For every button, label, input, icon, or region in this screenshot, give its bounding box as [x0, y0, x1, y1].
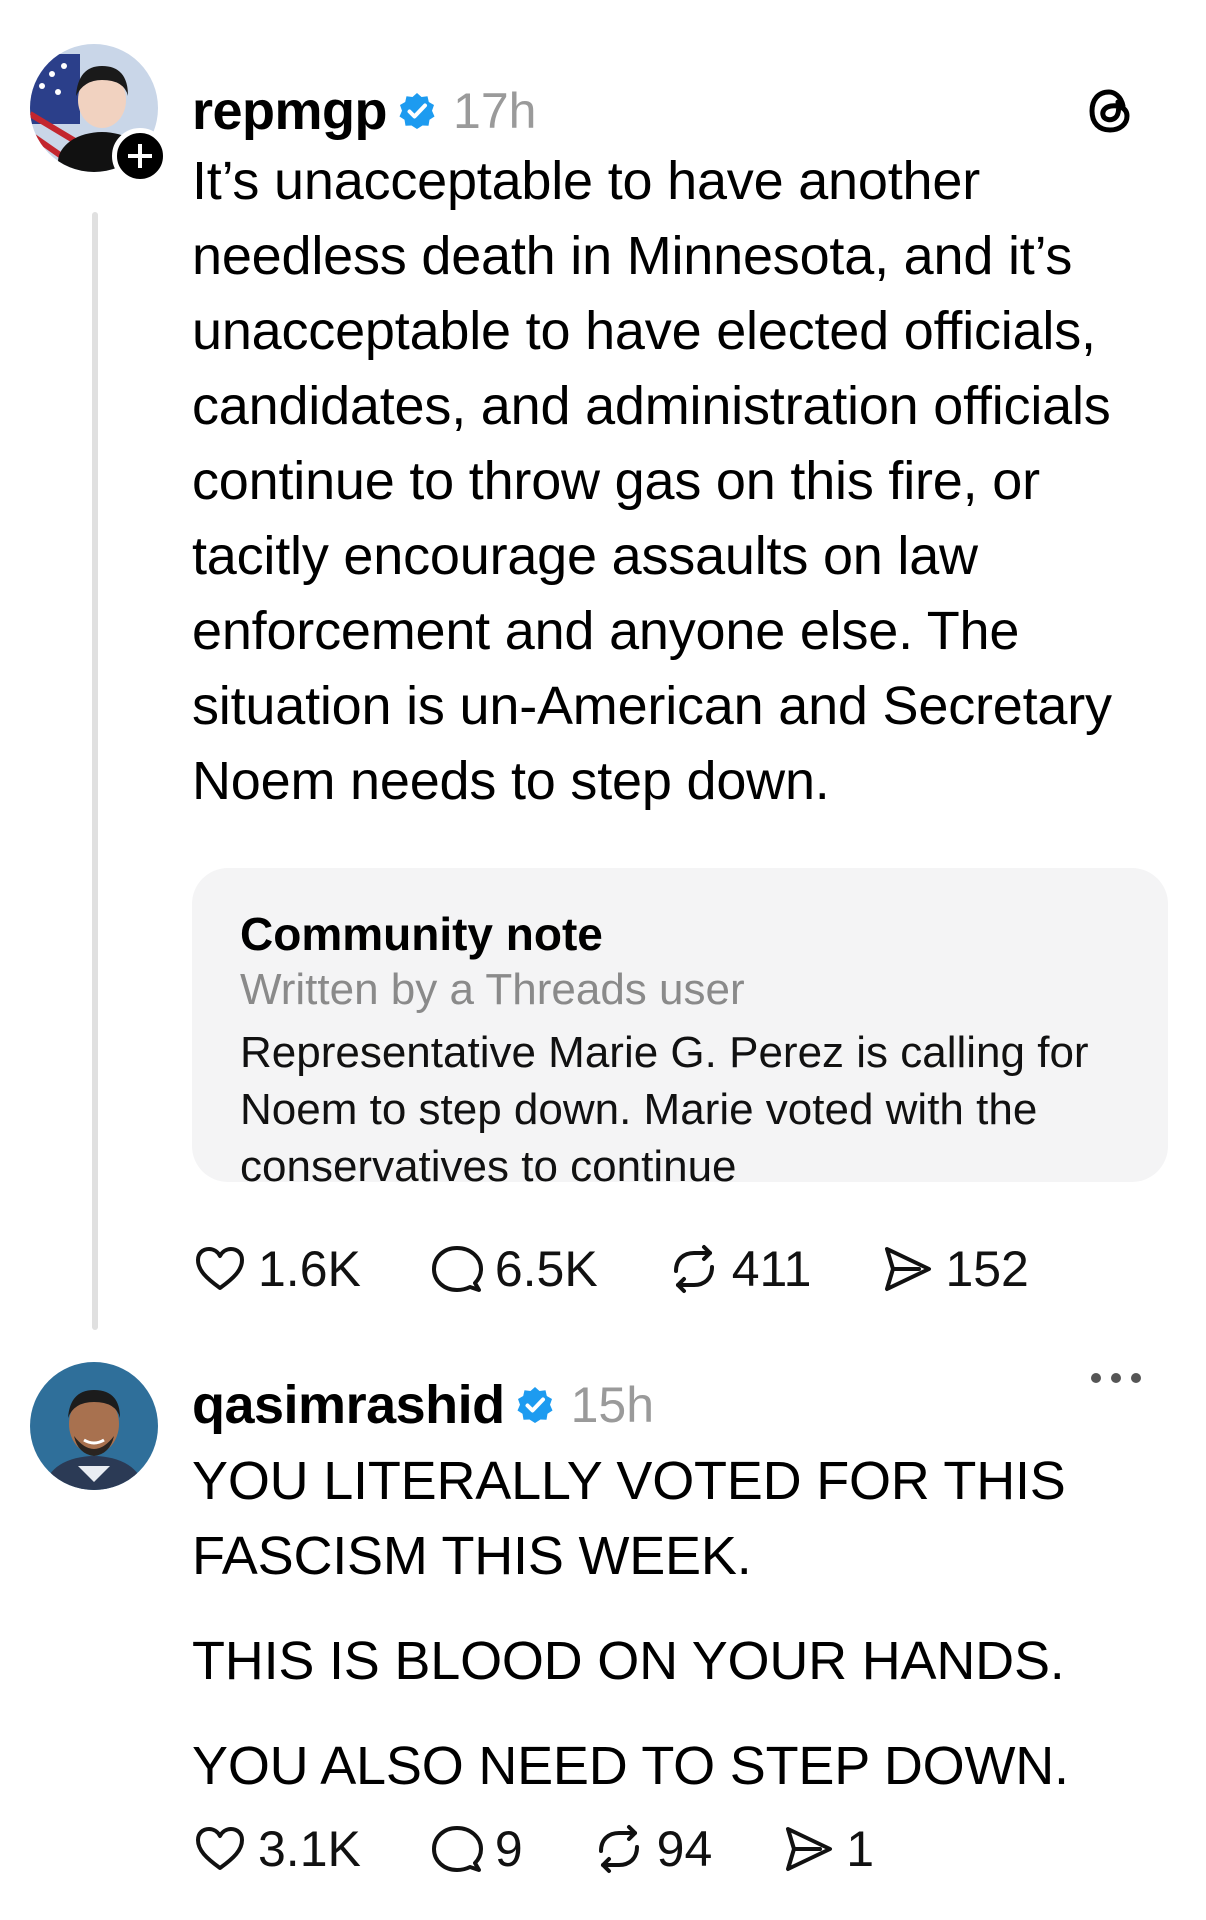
username[interactable]: qasimrashid — [192, 1374, 505, 1436]
community-note[interactable]: Community note Written by a Threads user… — [192, 868, 1168, 1182]
like-button[interactable]: 1.6K — [192, 1240, 361, 1298]
repost-button[interactable]: 411 — [666, 1240, 812, 1298]
reply-bubble-icon — [431, 1826, 483, 1872]
post-qasimrashid: qasimrashid 15h YOU LITERALLY VOTED FOR … — [0, 1340, 1206, 1920]
reply-button[interactable]: 6.5K — [429, 1240, 598, 1298]
post-header: repmgp 17h — [192, 76, 536, 146]
heart-icon — [196, 1827, 244, 1870]
more-options-icon[interactable] — [1086, 1368, 1146, 1388]
repost-count: 411 — [731, 1241, 812, 1297]
follow-button[interactable] — [112, 128, 168, 184]
verified-badge-icon — [399, 93, 435, 129]
thread-line — [92, 212, 98, 1330]
like-count: 3.1K — [258, 1821, 361, 1877]
share-count: 152 — [945, 1241, 1029, 1297]
post-time: 17h — [453, 83, 537, 139]
post-actions: 3.1K 9 94 1 — [192, 1814, 942, 1884]
like-count: 1.6K — [258, 1241, 361, 1297]
community-note-subtitle: Written by a Threads user — [240, 965, 745, 1014]
plus-icon — [128, 144, 152, 168]
post-paragraph: THIS IS BLOOD ON YOUR HANDS. — [192, 1631, 1065, 1691]
repost-button[interactable]: 94 — [591, 1820, 713, 1878]
post-repmgp: repmgp 17h It’s unacceptable to have ano… — [0, 0, 1206, 1340]
post-paragraph: YOU ALSO NEED TO STEP DOWN. — [192, 1736, 1069, 1796]
reply-count: 6.5K — [494, 1241, 598, 1297]
share-button[interactable]: 1 — [780, 1820, 874, 1878]
send-icon — [786, 1827, 833, 1871]
post-body: YOU LITERALLY VOTED FOR THIS FASCISM THI… — [192, 1444, 1172, 1804]
share-button[interactable]: 152 — [879, 1240, 1029, 1298]
heart-icon — [196, 1247, 244, 1290]
like-button[interactable]: 3.1K — [192, 1820, 361, 1878]
post-body: It’s unacceptable to have another needle… — [192, 151, 1112, 811]
community-note-title: Community note — [240, 908, 603, 960]
repost-icon — [673, 1245, 714, 1293]
send-icon — [885, 1247, 932, 1291]
repost-count: 94 — [656, 1821, 713, 1877]
post-time: 15h — [570, 1377, 655, 1433]
reply-bubble-icon — [431, 1246, 483, 1292]
reply-button[interactable]: 9 — [429, 1820, 523, 1878]
avatar-qasimrashid[interactable] — [30, 1362, 158, 1490]
post-actions: 1.6K 6.5K 411 152 — [192, 1234, 1097, 1304]
community-note-text: Representative Marie G. Perez is calling… — [240, 1028, 1089, 1182]
post-header: qasimrashid 15h — [192, 1370, 654, 1440]
username[interactable]: repmgp — [192, 80, 388, 142]
repost-icon — [598, 1825, 639, 1873]
post-paragraph: YOU LITERALLY VOTED FOR THIS FASCISM THI… — [192, 1451, 1066, 1586]
share-count: 1 — [846, 1821, 875, 1877]
reply-count: 9 — [494, 1821, 523, 1877]
threads-logo-icon[interactable] — [1084, 84, 1138, 138]
verified-badge-icon — [517, 1387, 553, 1423]
